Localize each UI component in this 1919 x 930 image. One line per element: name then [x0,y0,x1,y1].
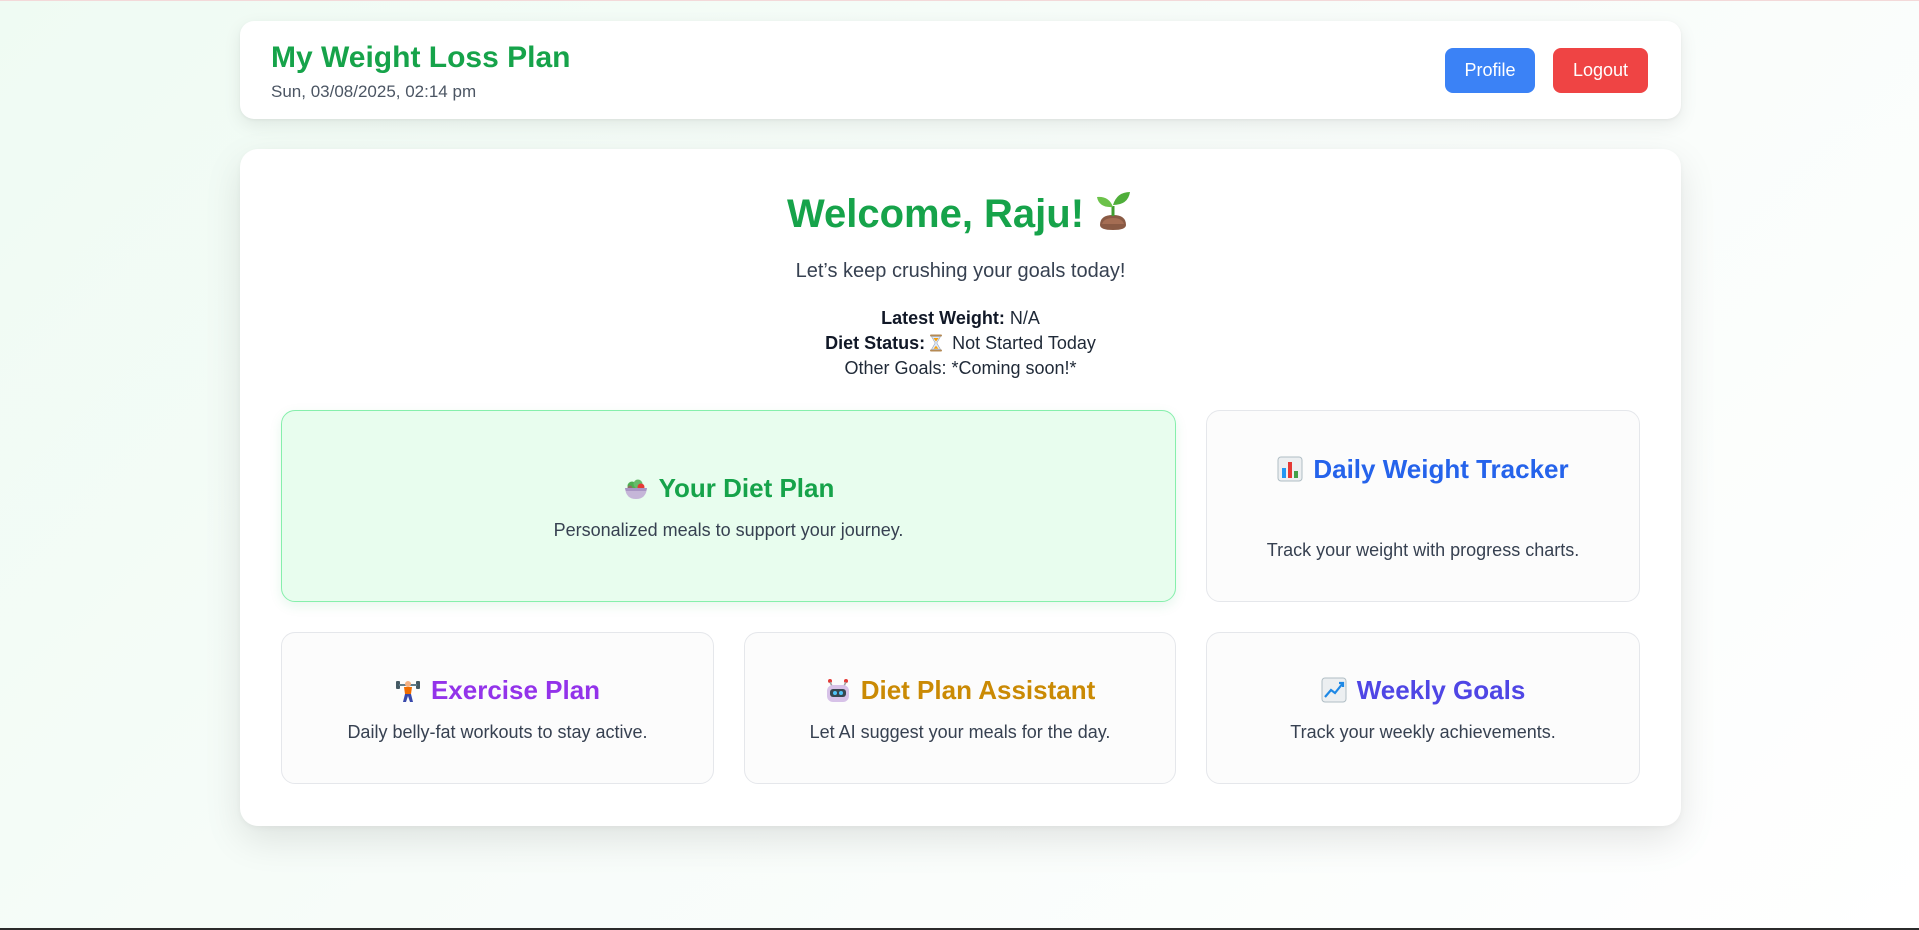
weight-tracker-title: Daily Weight Tracker [1207,454,1639,485]
weekly-goals-title-text: Weekly Goals [1356,675,1526,705]
latest-weight-label: Latest Weight: [881,308,1005,328]
welcome-text: Welcome, Raju! [786,192,1085,236]
profile-button[interactable]: Profile [1445,48,1535,93]
bar-chart-icon [1277,456,1303,482]
current-datetime: Sun, 03/08/2025, 02:14 pm [271,82,477,101]
diet-assistant-description: Let AI suggest your meals for the day. [809,722,1111,742]
latest-weight-row: Latest Weight: N/A [240,308,1681,329]
weightlifter-icon [395,681,420,702]
weekly-goals-card[interactable]: Weekly Goals Track your weekly achieveme… [1206,632,1640,784]
diet-plan-title-text: Your Diet Plan [658,473,835,503]
logout-button[interactable]: Logout [1553,48,1648,93]
diet-plan-description: Personalized meals to support your journ… [553,520,904,540]
diet-status-value: Not Started Today [952,333,1096,353]
latest-weight-value: N/A [1009,308,1040,328]
exercise-plan-title: Exercise Plan [282,675,713,706]
dashboard-panel: Welcome, Raju! Let’s keep crushing your … [240,149,1681,826]
diet-assistant-title-text: Diet Plan Assistant [860,675,1096,705]
diet-assistant-card[interactable]: Diet Plan Assistant Let AI suggest your … [744,632,1176,784]
salad-bowl-icon [624,479,647,499]
weekly-goals-description: Track your weekly achievements. [1290,722,1556,742]
weekly-goals-title: Weekly Goals [1207,675,1639,706]
app-header: My Weight Loss Plan Sun, 03/08/2025, 02:… [240,21,1681,119]
top-border [0,0,1919,1]
diet-status-row: Diet Status: Not Started Today [240,333,1681,354]
exercise-plan-title-text: Exercise Plan [430,675,601,705]
exercise-plan-card[interactable]: Exercise Plan Daily belly-fat workouts t… [281,632,714,784]
welcome-heading: Welcome, Raju! [240,189,1681,237]
weight-tracker-description: Track your weight with progress charts. [1266,540,1580,560]
hourglass-icon [930,334,943,352]
exercise-plan-description: Daily belly-fat workouts to stay active. [347,722,648,742]
diet-plan-card[interactable]: Your Diet Plan Personalized meals to sup… [281,410,1176,602]
seedling-icon [1097,192,1131,230]
diet-plan-title: Your Diet Plan [282,473,1175,504]
app-title: My Weight Loss Plan [271,41,571,74]
diet-assistant-title: Diet Plan Assistant [745,675,1175,706]
robot-icon [826,679,849,702]
diet-status-label: Diet Status: [825,333,926,353]
trending-up-chart-icon [1321,677,1347,703]
motivation-tagline: Let’s keep crushing your goals today! [795,260,1126,282]
other-goals-row: Other Goals: *Coming soon!* [844,358,1077,378]
weight-tracker-card[interactable]: Daily Weight Tracker Track your weight w… [1206,410,1640,602]
weight-tracker-title-text: Daily Weight Tracker [1313,454,1569,484]
